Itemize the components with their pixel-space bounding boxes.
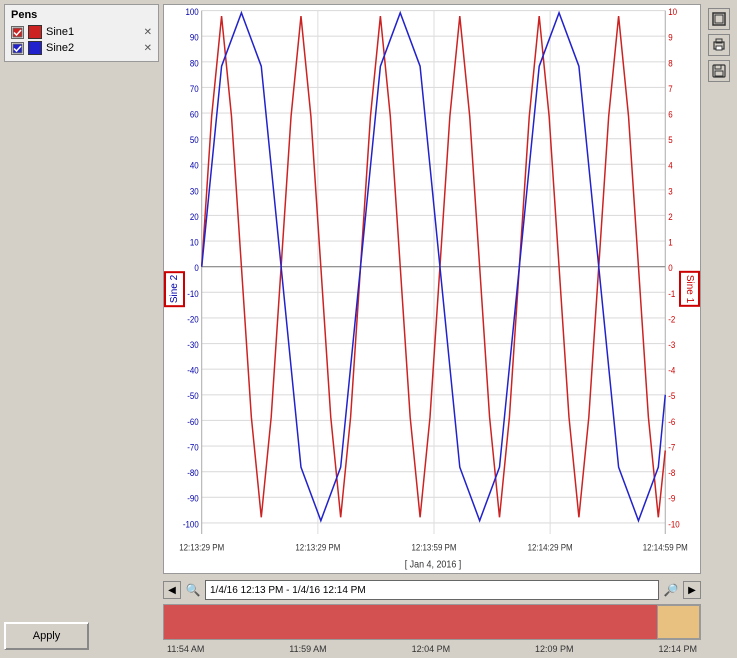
svg-text:-1: -1 — [668, 288, 675, 299]
nav-left-arrow[interactable]: ◀ — [163, 581, 181, 599]
chart-svg: 100 90 80 70 60 50 40 30 20 10 0 -10 -20… — [164, 5, 700, 573]
pen-checkbox-sine2[interactable] — [11, 42, 24, 55]
svg-text:80: 80 — [190, 58, 199, 69]
timeline-labels: 11:54 AM 11:59 AM 12:04 PM 12:09 PM 12:1… — [163, 644, 701, 654]
svg-text:90: 90 — [190, 32, 199, 43]
zoom-out-icon[interactable]: 🔍 — [185, 582, 201, 598]
svg-text:-8: -8 — [668, 468, 675, 479]
zoom-in-icon[interactable]: 🔎 — [663, 582, 679, 598]
svg-text:12:13:29 PM: 12:13:29 PM — [295, 542, 340, 553]
pen-color-sine2 — [28, 41, 42, 55]
y-axis-right-label: Sine 1 — [679, 271, 700, 307]
svg-text:70: 70 — [190, 83, 199, 94]
svg-text:4: 4 — [668, 160, 673, 171]
svg-text:[ Jan 4, 2016 ]: [ Jan 4, 2016 ] — [405, 559, 462, 571]
svg-text:10: 10 — [668, 7, 677, 18]
svg-text:5: 5 — [668, 135, 673, 146]
svg-text:-9: -9 — [668, 493, 675, 504]
pens-title: Pens — [11, 9, 152, 21]
pen-checkbox-sine1[interactable] — [11, 26, 24, 39]
pen-close-sine1[interactable]: ✕ — [144, 27, 152, 38]
svg-text:-80: -80 — [187, 468, 199, 479]
pen-close-sine2[interactable]: ✕ — [144, 43, 152, 54]
svg-text:100: 100 — [186, 7, 200, 18]
timeline-bar[interactable] — [163, 604, 701, 640]
pen-label-sine1: Sine1 — [46, 26, 140, 38]
date-range-input[interactable] — [205, 580, 659, 600]
svg-text:12:13:59 PM: 12:13:59 PM — [412, 542, 457, 553]
svg-text:-70: -70 — [187, 442, 199, 453]
svg-text:1: 1 — [668, 237, 673, 248]
svg-text:-90: -90 — [187, 493, 199, 504]
timeline-label-1: 11:54 AM — [167, 644, 204, 654]
svg-text:0: 0 — [668, 263, 673, 274]
y-axis-left-label-container: Sine 2 — [164, 271, 185, 307]
pen-color-sine1 — [28, 25, 42, 39]
svg-text:-20: -20 — [187, 314, 199, 325]
svg-text:12:13:29 PM: 12:13:29 PM — [179, 542, 224, 553]
svg-text:-10: -10 — [187, 288, 199, 299]
timeline-label-4: 12:09 PM — [535, 644, 574, 654]
timeline-label-3: 12:04 PM — [412, 644, 451, 654]
print-button[interactable] — [708, 34, 730, 56]
svg-text:-2: -2 — [668, 314, 675, 325]
timeline-label-5: 12:14 PM — [658, 644, 697, 654]
svg-text:12:14:59 PM: 12:14:59 PM — [643, 542, 688, 553]
svg-text:2: 2 — [668, 212, 673, 223]
svg-text:40: 40 — [190, 160, 199, 171]
timeline-label-2: 11:59 AM — [289, 644, 326, 654]
save-button[interactable] — [708, 60, 730, 82]
svg-text:-3: -3 — [668, 340, 675, 351]
svg-text:-6: -6 — [668, 416, 675, 427]
svg-text:-10: -10 — [668, 519, 680, 530]
timeline-highlight[interactable] — [657, 605, 700, 639]
bottom-section: ◀ 🔍 🔎 ▶ 11:54 AM 11:59 AM 12:04 PM 12:09… — [163, 578, 701, 654]
y-axis-right-label-container: Sine 1 — [679, 271, 700, 307]
svg-text:7: 7 — [668, 83, 673, 94]
svg-text:9: 9 — [668, 32, 673, 43]
svg-text:10: 10 — [190, 237, 199, 248]
svg-text:0: 0 — [194, 263, 199, 274]
svg-text:-60: -60 — [187, 416, 199, 427]
svg-text:-100: -100 — [183, 519, 199, 530]
timeline-red-region — [164, 605, 657, 639]
right-toolbar — [705, 4, 733, 654]
svg-text:30: 30 — [190, 186, 199, 197]
svg-text:12:14:29 PM: 12:14:29 PM — [528, 542, 573, 553]
svg-text:-7: -7 — [668, 442, 675, 453]
fullscreen-button[interactable] — [708, 8, 730, 30]
svg-text:-4: -4 — [668, 365, 675, 376]
pen-item-sine2: Sine2 ✕ — [11, 41, 152, 55]
svg-text:50: 50 — [190, 135, 199, 146]
svg-text:3: 3 — [668, 186, 673, 197]
pen-label-sine2: Sine2 — [46, 42, 140, 54]
svg-text:-30: -30 — [187, 340, 199, 351]
svg-text:-50: -50 — [187, 391, 199, 402]
svg-text:60: 60 — [190, 109, 199, 120]
nav-right-arrow[interactable]: ▶ — [683, 581, 701, 599]
svg-text:20: 20 — [190, 212, 199, 223]
svg-text:-40: -40 — [187, 365, 199, 376]
apply-button[interactable]: Apply — [4, 622, 89, 650]
svg-text:8: 8 — [668, 58, 673, 69]
nav-bar: ◀ 🔍 🔎 ▶ — [163, 578, 701, 602]
svg-text:6: 6 — [668, 109, 673, 120]
chart-area: Sine 2 Sine 1 — [163, 4, 701, 574]
y-axis-left-label: Sine 2 — [164, 271, 185, 307]
svg-text:-5: -5 — [668, 391, 675, 402]
pen-item-sine1: Sine1 ✕ — [11, 25, 152, 39]
